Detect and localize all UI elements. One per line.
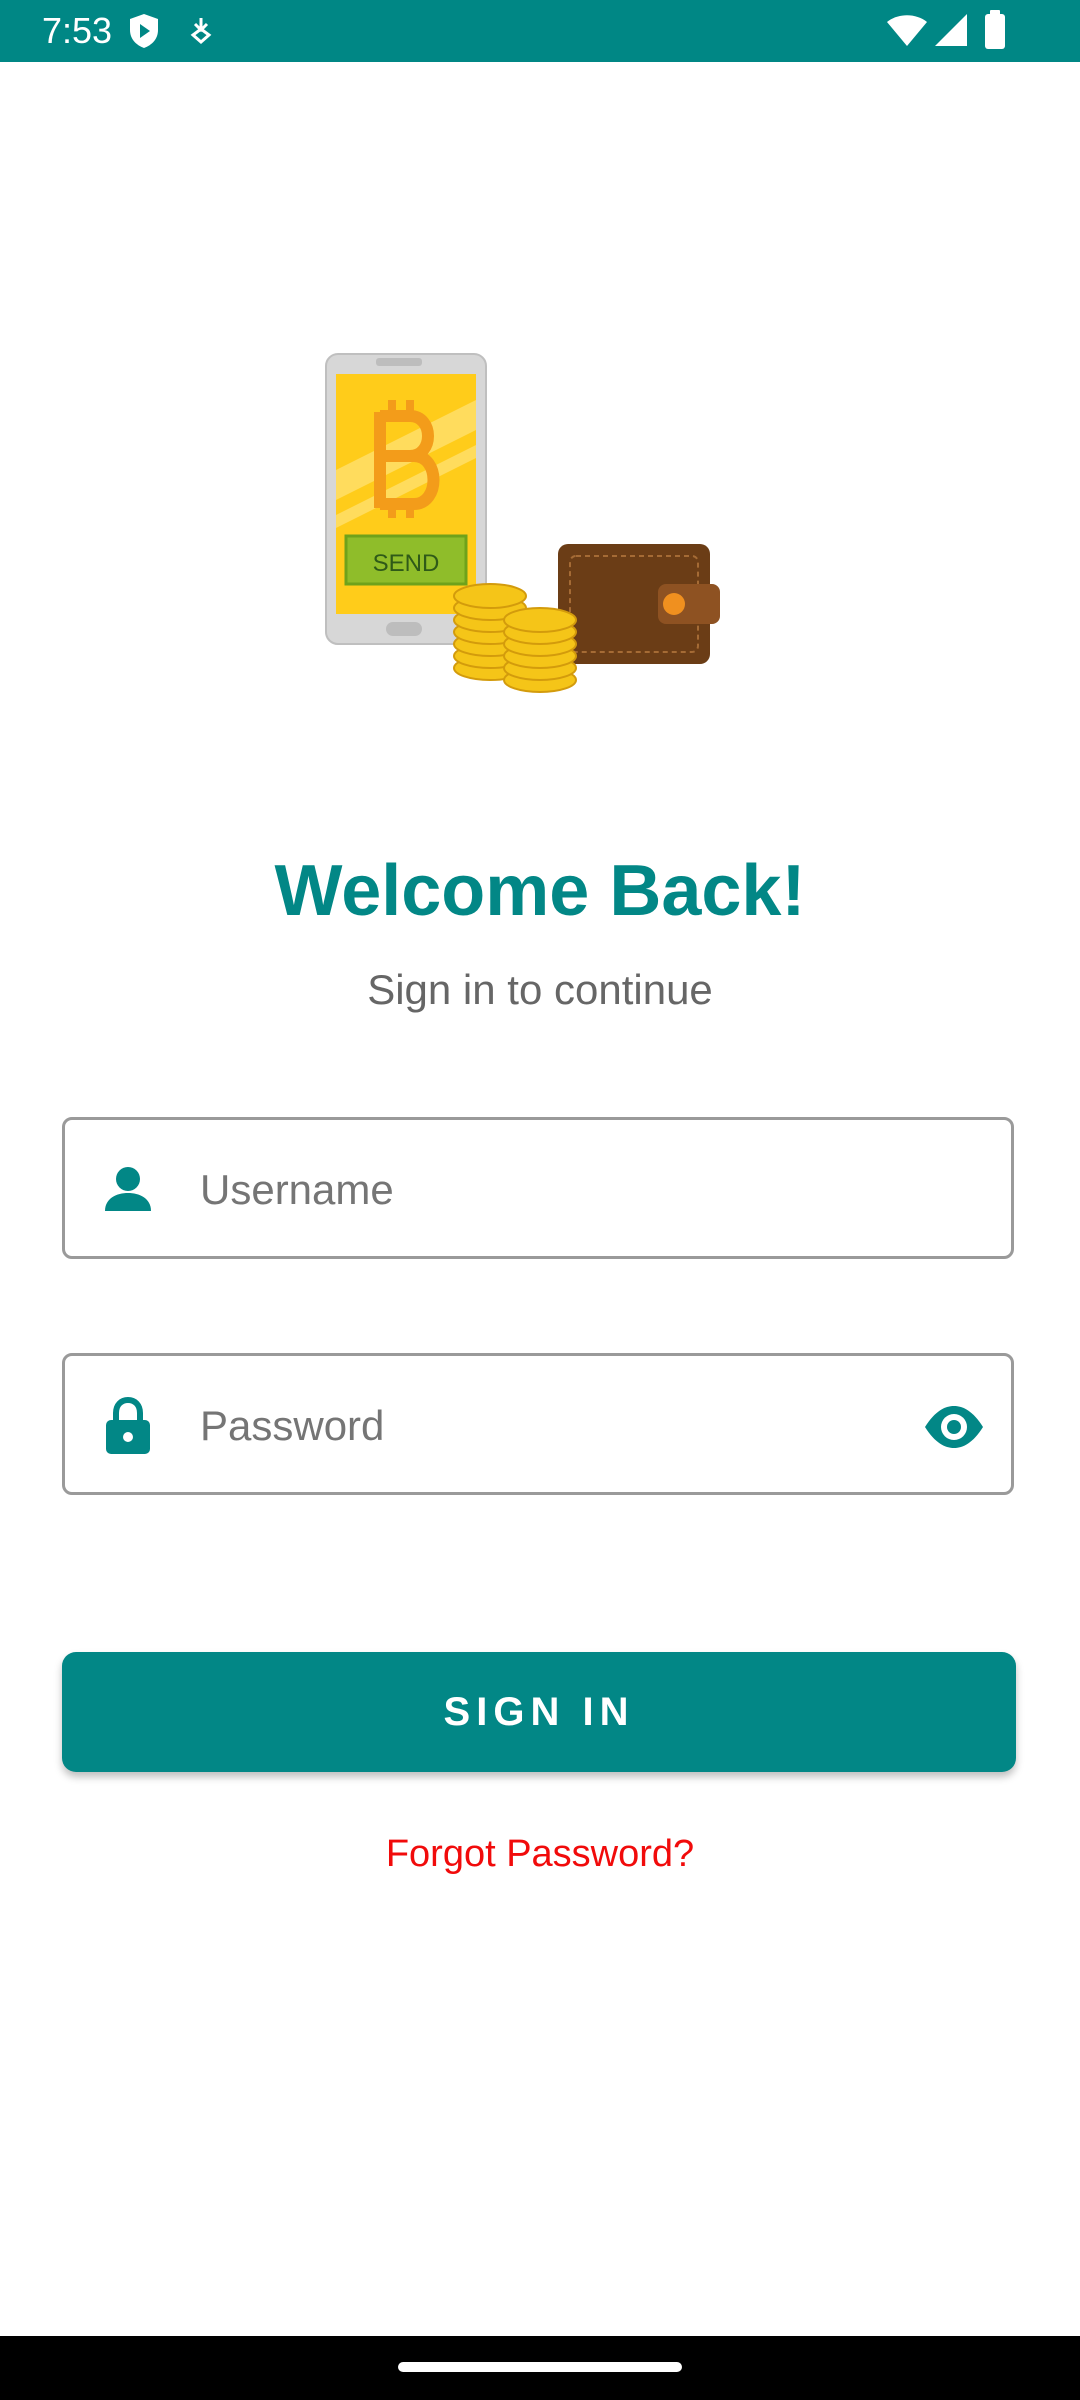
home-indicator[interactable] <box>398 2362 682 2372</box>
coin-stack <box>453 583 577 693</box>
eye-icon[interactable] <box>923 1396 985 1458</box>
lock-icon <box>103 1396 153 1456</box>
status-bar: 7:53 <box>0 0 1080 62</box>
forgot-password-link[interactable]: Forgot Password? <box>0 1828 1080 1880</box>
shield-play-icon <box>128 13 160 54</box>
password-input[interactable] <box>200 1386 900 1466</box>
signal-icon <box>934 12 968 53</box>
login-screen: 7:53 SEND Welcome Back! Sign in to conti… <box>0 0 1080 2400</box>
battery-icon <box>984 10 1006 55</box>
username-input[interactable] <box>200 1150 900 1230</box>
page-title: Welcome Back! <box>274 851 806 931</box>
password-field[interactable] <box>62 1353 1014 1495</box>
sign-in-button[interactable]: SIGN IN <box>62 1652 1016 1772</box>
page-subtitle: Sign in to continue <box>367 966 713 1013</box>
person-icon <box>103 1165 153 1215</box>
hero-illustration: SEND <box>318 350 728 700</box>
status-time: 7:53 <box>42 10 113 51</box>
download-icon <box>188 16 214 51</box>
wifi-icon <box>886 12 928 53</box>
send-label: SEND <box>373 550 440 577</box>
username-field[interactable] <box>62 1117 1014 1259</box>
